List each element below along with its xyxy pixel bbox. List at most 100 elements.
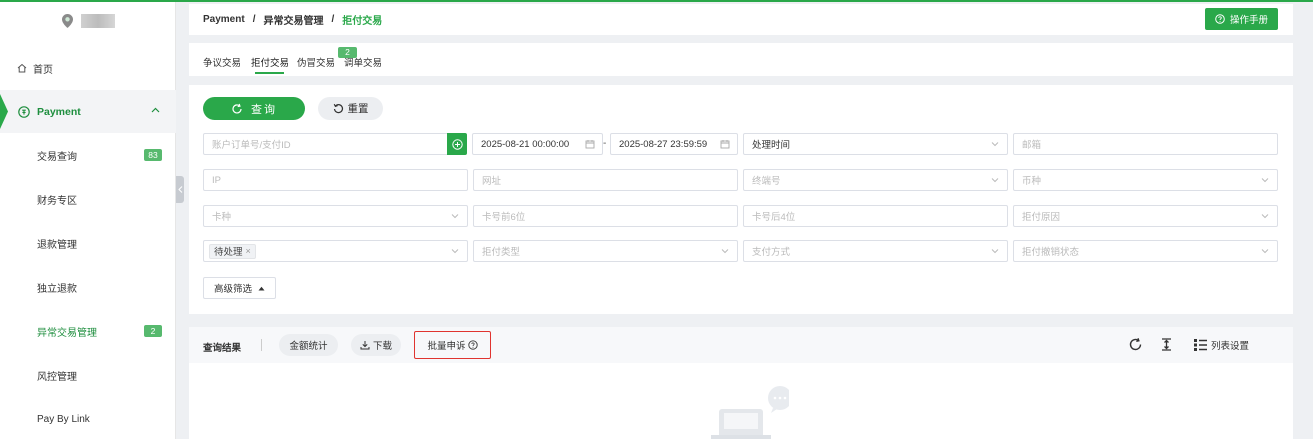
count-badge: 2 xyxy=(144,325,162,337)
chevron-up-icon xyxy=(151,107,160,113)
reset-button-label: 重置 xyxy=(347,103,369,115)
currency-select[interactable]: 币种 xyxy=(1013,169,1278,191)
breadcrumb-payment[interactable]: Payment xyxy=(203,14,245,25)
refresh-icon[interactable] xyxy=(1128,337,1143,352)
sidebar-item-payment[interactable]: Payment xyxy=(0,90,176,133)
url-input[interactable]: 网址 xyxy=(473,169,738,191)
caret-up-icon xyxy=(258,286,265,290)
query-button[interactable]: 查询 xyxy=(203,97,305,120)
tab-dispute[interactable]: 争议交易 xyxy=(203,55,241,69)
manual-button[interactable]: 操作手册 xyxy=(1204,8,1278,30)
card-type-select[interactable]: 卡种 xyxy=(203,205,468,227)
query-button-label: 查询 xyxy=(251,103,277,116)
sidebar-item-label: 交易查询 xyxy=(37,151,77,163)
reset-icon xyxy=(333,103,343,114)
card-first6-input[interactable]: 卡号前6位 xyxy=(473,205,738,227)
sidebar-item-refund-management[interactable]: 退款管理 xyxy=(0,231,176,255)
results-toolbar: 查询结果 金额统计 下载 批量申诉 列表设置 xyxy=(189,327,1293,363)
chevron-down-icon xyxy=(991,142,999,147)
date-start-picker[interactable]: 2025-08-21 00:00:00 xyxy=(472,133,603,155)
breadcrumb-current: 拒付交易 xyxy=(342,16,383,27)
chargeback-reason-select[interactable]: 拒付原因 xyxy=(1013,205,1278,227)
search-panel: 查询 重置 账户订单号/支付ID 2025-08-21 00:00:00 - 2… xyxy=(189,85,1293,314)
revoke-status-select[interactable]: 拒付撤销状态 xyxy=(1013,240,1278,262)
breadcrumb-separator: / xyxy=(252,14,256,25)
chevron-down-icon xyxy=(451,249,459,254)
breadcrumb-separator: / xyxy=(331,14,335,25)
tab-fraud[interactable]: 伪冒交易 xyxy=(297,55,335,69)
email-input[interactable]: 邮箱 xyxy=(1013,133,1278,155)
list-settings-button[interactable]: 列表设置 xyxy=(1193,337,1249,352)
top-accent-line xyxy=(0,0,1313,2)
column-height-icon[interactable] xyxy=(1159,337,1174,352)
sidebar-item-transaction-query[interactable]: 交易查询 83 xyxy=(0,143,176,167)
blurred-account-name xyxy=(81,14,115,28)
reset-button[interactable]: 重置 xyxy=(318,97,383,120)
advanced-filter-button[interactable]: 高级筛选 xyxy=(203,277,277,299)
sidebar-item-pay-by-link[interactable]: Pay By Link xyxy=(0,407,176,431)
manual-button-label: 操作手册 xyxy=(1229,15,1268,26)
card-last4-input[interactable]: 卡号后4位 xyxy=(743,205,1008,227)
list-icon xyxy=(1194,339,1207,351)
chevron-left-icon xyxy=(177,186,182,193)
chevron-down-icon xyxy=(1261,178,1269,183)
sidebar-item-label: 财务专区 xyxy=(37,195,77,207)
empty-state-illustration-icon xyxy=(711,386,789,439)
chevron-down-icon xyxy=(991,249,999,254)
sidebar-item-home[interactable]: 首页 xyxy=(0,54,176,82)
time-type-select[interactable]: 处理时间 xyxy=(743,133,1008,155)
sidebar-item-label: Payment xyxy=(37,105,81,118)
location-pin-icon xyxy=(62,14,73,28)
close-icon[interactable]: × xyxy=(246,246,251,256)
order-id-input[interactable]: 账户订单号/支付ID xyxy=(203,133,449,155)
ip-input[interactable]: IP xyxy=(203,169,468,191)
amount-stats-button[interactable]: 金额统计 xyxy=(279,334,338,356)
refresh-search-icon xyxy=(232,103,242,114)
sidebar-item-label: 首页 xyxy=(33,64,53,76)
tab-bar: 争议交易 拒付交易 伪冒交易 2 调单交易 xyxy=(189,43,1293,76)
chevron-down-icon xyxy=(1261,214,1269,219)
batch-appeal-button[interactable]: 批量申诉 xyxy=(414,331,491,359)
status-select[interactable]: 待处理 × xyxy=(203,240,468,262)
sidebar-item-label: 异常交易管理 xyxy=(37,327,97,339)
sidebar-item-abnormal-transactions[interactable]: 异常交易管理 2 xyxy=(0,319,176,343)
tab-chargeback[interactable]: 拒付交易 xyxy=(251,55,289,69)
sidebar: 首页 Payment 交易查询 83 财务专区 退款管理 独立退款 异常交易管理… xyxy=(0,2,176,439)
active-tab-indicator xyxy=(255,72,284,74)
payment-icon xyxy=(18,105,30,118)
results-title: 查询结果 xyxy=(203,343,242,354)
sidebar-item-risk-control[interactable]: 风控管理 xyxy=(0,363,176,387)
chevron-down-icon xyxy=(721,249,729,254)
count-badge: 83 xyxy=(144,149,162,161)
download-button[interactable]: 下载 xyxy=(351,334,401,356)
date-range-separator: - xyxy=(603,138,607,149)
add-filter-button[interactable] xyxy=(447,133,467,155)
tab-retrieval[interactable]: 调单交易 xyxy=(344,55,382,69)
chevron-down-icon xyxy=(451,214,459,219)
question-circle-icon xyxy=(1215,14,1225,24)
chargeback-type-select[interactable]: 拒付类型 xyxy=(473,240,738,262)
chevron-down-icon xyxy=(991,178,999,183)
sidebar-collapse-handle[interactable] xyxy=(176,176,184,203)
plus-circle-icon xyxy=(451,138,463,150)
sidebar-item-standalone-refund[interactable]: 独立退款 xyxy=(0,275,176,299)
home-icon xyxy=(17,63,27,73)
results-panel: 查询结果 金额统计 下载 批量申诉 列表设置 xyxy=(189,327,1293,439)
logo xyxy=(62,14,115,28)
date-end-picker[interactable]: 2025-08-27 23:59:59 xyxy=(610,133,738,155)
status-chip: 待处理 × xyxy=(209,243,256,259)
terminal-select[interactable]: 终端号 xyxy=(743,169,1008,191)
breadcrumb-abnormal[interactable]: 异常交易管理 xyxy=(263,12,323,27)
pay-method-select[interactable]: 支付方式 xyxy=(743,240,1008,262)
sidebar-item-finance[interactable]: 财务专区 xyxy=(0,187,176,211)
divider xyxy=(261,339,262,351)
chevron-down-icon xyxy=(1261,249,1269,254)
active-accent-marker xyxy=(0,94,8,129)
sidebar-item-label: 独立退款 xyxy=(37,283,77,295)
calendar-icon xyxy=(585,140,595,149)
sidebar-item-label: 风控管理 xyxy=(37,371,77,383)
download-icon xyxy=(360,341,370,350)
question-circle-icon xyxy=(467,340,478,350)
sidebar-item-label: 退款管理 xyxy=(37,239,77,251)
calendar-icon xyxy=(720,140,730,149)
